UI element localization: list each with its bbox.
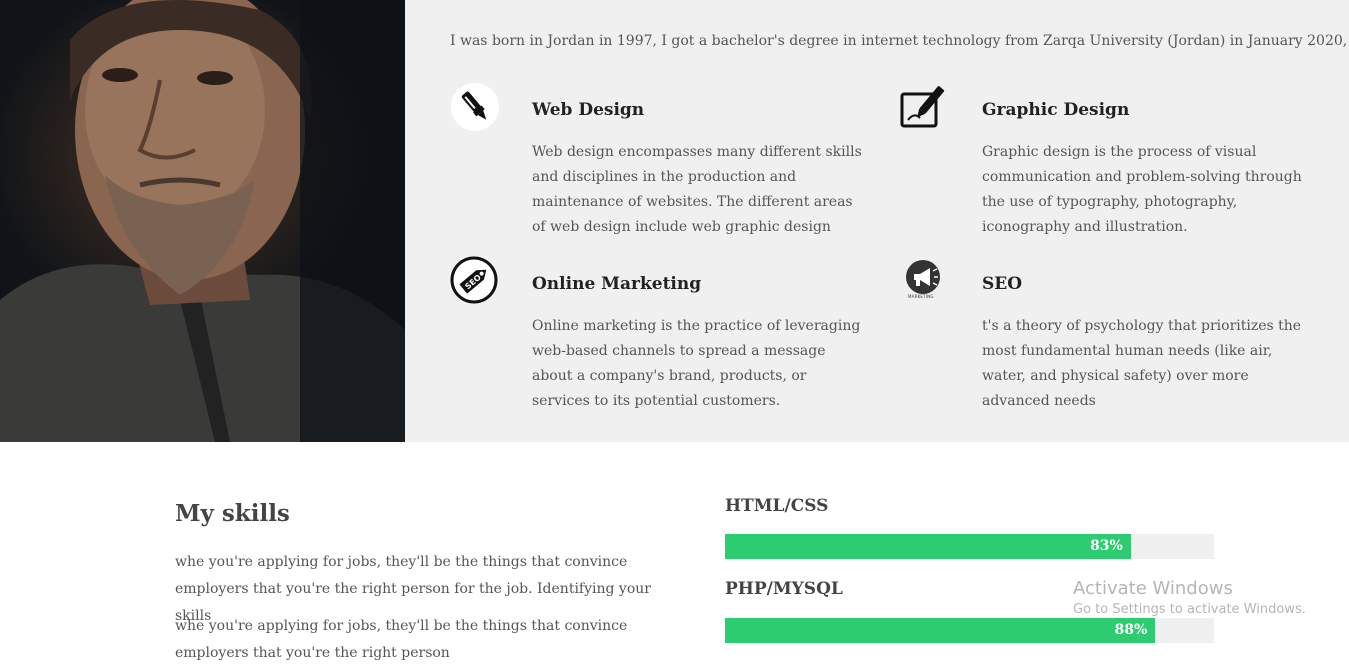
about-section: I was born in Jordan in 1997, I got a ba… <box>0 0 1349 442</box>
skill-bar-percent: 83% <box>1090 538 1123 554</box>
service-description: Graphic design is the process of visual … <box>982 144 1302 235</box>
skills-heading: My skills <box>175 500 290 527</box>
marker-icon <box>450 82 500 132</box>
intro-text: I was born in Jordan in 1997, I got a ba… <box>450 33 1348 49</box>
seo-tag-icon: SEO <box>450 256 500 306</box>
megaphone-caption: MARKETING <box>908 294 934 299</box>
skill-bar-label-html: HTML/CSS <box>725 496 829 516</box>
service-description: Online marketing is the practice of leve… <box>532 318 861 409</box>
service-title: Online Marketing <box>532 274 702 294</box>
pen-tablet-icon <box>900 82 950 132</box>
service-title: Web Design <box>532 100 645 120</box>
skill-bar-php: 88% <box>725 618 1214 643</box>
watermark-title: Activate Windows <box>1073 578 1233 599</box>
skill-bar-html: 83% <box>725 534 1214 559</box>
profile-photo <box>0 0 405 442</box>
service-description: Web design encompasses many different sk… <box>532 144 862 235</box>
skills-paragraph: whe you're applying for jobs, they'll be… <box>175 618 628 661</box>
megaphone-icon: MARKETING <box>900 256 950 306</box>
service-title: SEO <box>982 274 1023 294</box>
activate-windows-watermark: Activate Windows Go to Settings to activ… <box>1073 578 1306 617</box>
skill-bar-fill: 88% <box>725 618 1156 643</box>
service-description: t's a theory of psychology that prioriti… <box>982 318 1302 409</box>
skill-bar-label-php: PHP/MYSQL <box>725 579 843 599</box>
skill-bar-fill: 83% <box>725 534 1131 559</box>
watermark-subtitle: Go to Settings to activate Windows. <box>1073 602 1306 617</box>
service-title: Graphic Design <box>982 100 1130 120</box>
skill-bar-percent: 88% <box>1114 622 1148 638</box>
